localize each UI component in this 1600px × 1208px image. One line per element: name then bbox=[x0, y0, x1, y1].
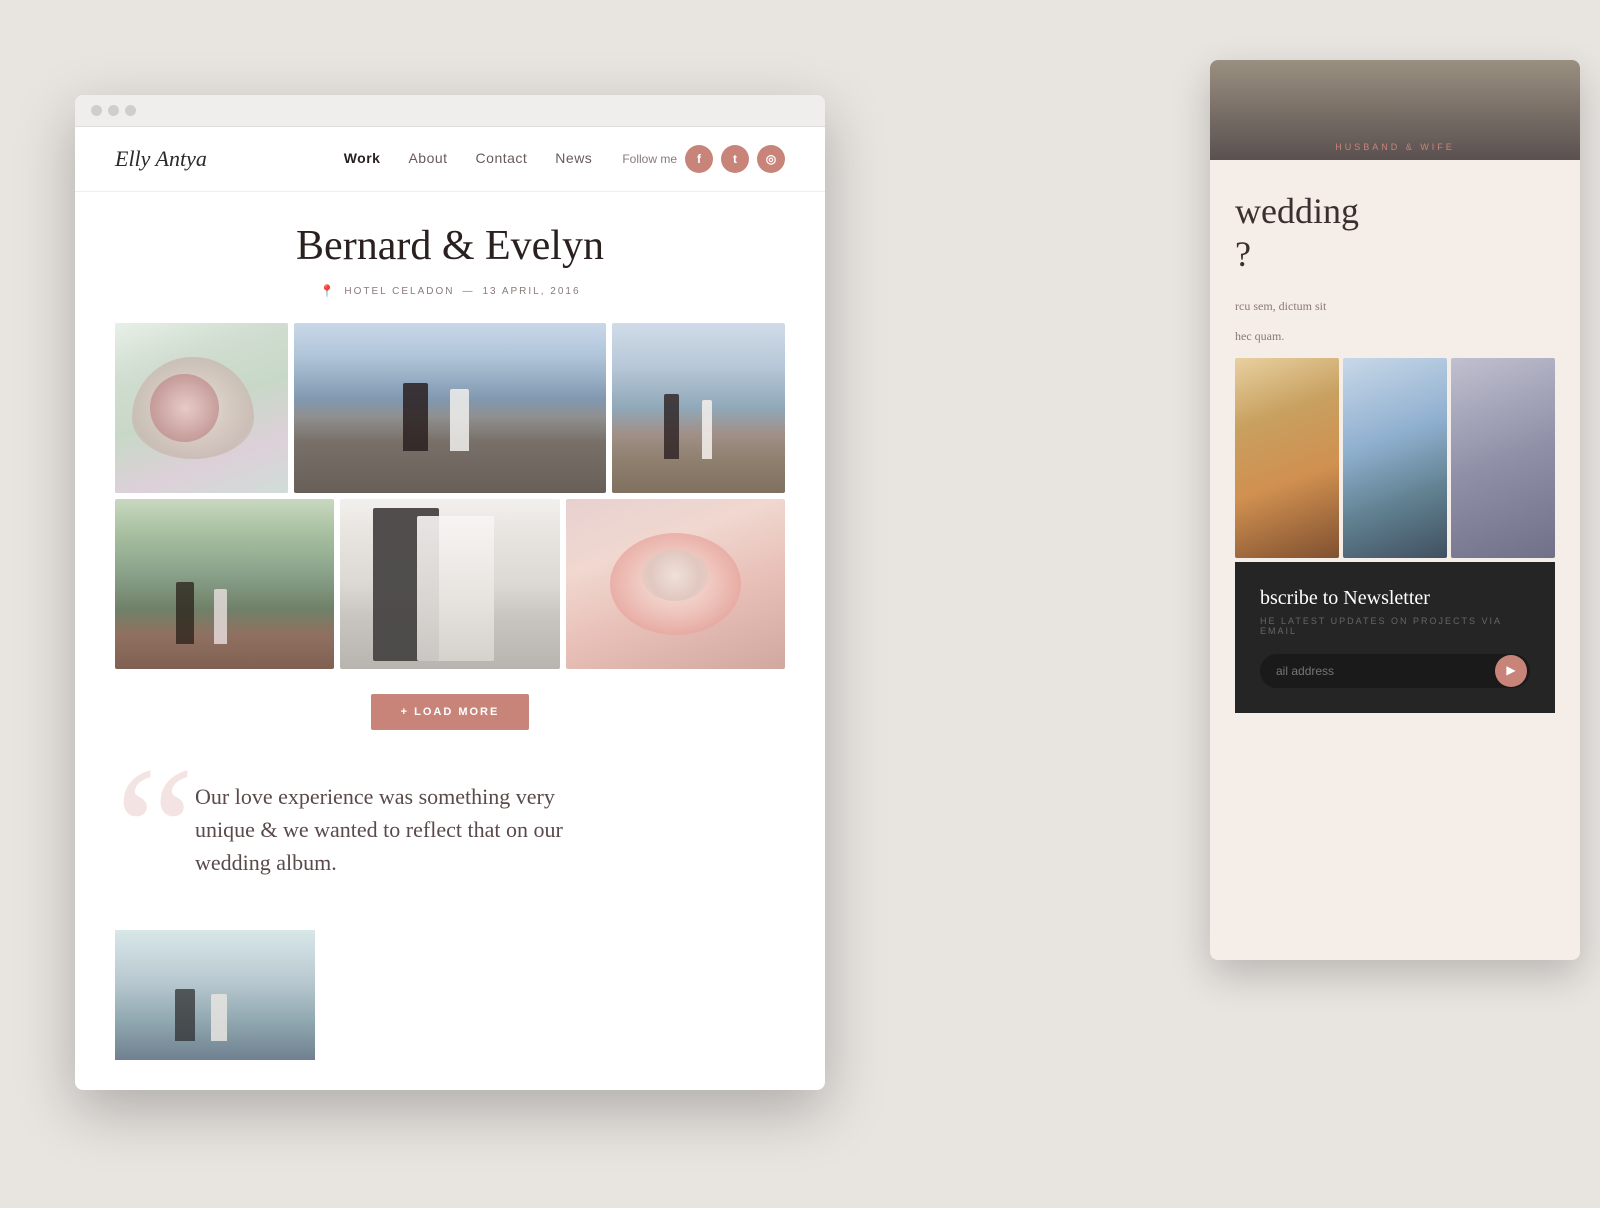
site-logo[interactable]: Elly Antya bbox=[115, 146, 344, 172]
right-photo-strip bbox=[1235, 358, 1555, 558]
photo-dress-bouquet bbox=[340, 499, 559, 669]
email-input-row[interactable]: ▶ bbox=[1260, 654, 1530, 688]
photo-couple-shore bbox=[612, 323, 785, 493]
building-photo bbox=[1451, 358, 1555, 558]
second-browser-para1: rcu sem, dictum sit bbox=[1235, 296, 1555, 318]
nav-link-news[interactable]: News bbox=[555, 150, 592, 166]
newsletter-send-button[interactable]: ▶ bbox=[1495, 655, 1527, 687]
main-browser: Elly Antya Work About Contact News Follo… bbox=[75, 95, 825, 1090]
follow-label: Follow me bbox=[622, 152, 677, 166]
second-browser: HUSBAND & WIFE wedding ? rcu sem, dictum… bbox=[1210, 60, 1580, 960]
second-browser-heading: wedding ? bbox=[1235, 190, 1555, 276]
location-date: 📍 HOTEL CELADON — 13 APRIL, 2016 bbox=[115, 284, 785, 298]
browser-titlebar bbox=[75, 95, 825, 127]
page-content: Bernard & Evelyn 📍 HOTEL CELADON — 13 AP… bbox=[75, 192, 825, 1090]
site-nav: Elly Antya Work About Contact News Follo… bbox=[75, 127, 825, 192]
nav-item-about[interactable]: About bbox=[408, 150, 447, 168]
photo-couple-lake bbox=[294, 323, 606, 493]
bouquet-scene bbox=[115, 323, 288, 493]
location-pin-icon: 📍 bbox=[319, 284, 336, 298]
newsletter-title: bscribe to Newsletter bbox=[1260, 587, 1530, 610]
follow-section: Follow me f t ◎ bbox=[622, 145, 785, 173]
page-title: Bernard & Evelyn bbox=[115, 222, 785, 270]
bottom-couple-photo bbox=[115, 930, 315, 1060]
second-browser-para2: hec quam. bbox=[1235, 326, 1555, 348]
nav-item-work[interactable]: Work bbox=[344, 150, 381, 168]
quote-section: “ Our love experience was something very… bbox=[115, 760, 785, 920]
second-browser-hero: HUSBAND & WIFE bbox=[1210, 60, 1580, 160]
photo-bouquet bbox=[115, 323, 288, 493]
nav-item-contact[interactable]: Contact bbox=[476, 150, 528, 168]
load-more-button[interactable]: + LOAD MORE bbox=[371, 694, 530, 730]
date-text: 13 APRIL, 2016 bbox=[482, 286, 580, 297]
twitter-icon[interactable]: t bbox=[721, 145, 749, 173]
second-browser-body: wedding ? rcu sem, dictum sit hec quam. … bbox=[1210, 160, 1580, 743]
nav-link-about[interactable]: About bbox=[408, 150, 447, 166]
nav-item-news[interactable]: News bbox=[555, 150, 592, 168]
instagram-icon[interactable]: ◎ bbox=[757, 145, 785, 173]
nav-link-contact[interactable]: Contact bbox=[476, 150, 528, 166]
send-icon: ▶ bbox=[1506, 663, 1515, 678]
quote-mark-icon: “ bbox=[115, 740, 195, 920]
photo-forest-walk bbox=[115, 499, 334, 669]
browser-dot-yellow bbox=[108, 105, 119, 116]
husband-wife-label: HUSBAND & WIFE bbox=[1327, 134, 1463, 160]
woman-photo bbox=[1343, 358, 1447, 558]
nav-links: Work About Contact News bbox=[344, 150, 593, 168]
browser-dot-green bbox=[125, 105, 136, 116]
email-input[interactable] bbox=[1260, 654, 1495, 688]
browser-dot-red bbox=[91, 105, 102, 116]
nav-link-work[interactable]: Work bbox=[344, 150, 381, 166]
newsletter-subtitle: HE LATEST UPDATES ON PROJECTS VIA EMAIL bbox=[1260, 616, 1530, 636]
quote-text: Our love experience was something very u… bbox=[195, 780, 575, 879]
photo-grid-bottom bbox=[115, 499, 785, 669]
photo-rings-flowers bbox=[566, 499, 785, 669]
date-separator: — bbox=[462, 286, 474, 297]
newsletter-section: bscribe to Newsletter HE LATEST UPDATES … bbox=[1235, 562, 1555, 713]
facebook-icon[interactable]: f bbox=[685, 145, 713, 173]
location-text: HOTEL CELADON bbox=[344, 286, 454, 297]
pagoda-photo bbox=[1235, 358, 1339, 558]
photo-grid-top bbox=[115, 323, 785, 493]
